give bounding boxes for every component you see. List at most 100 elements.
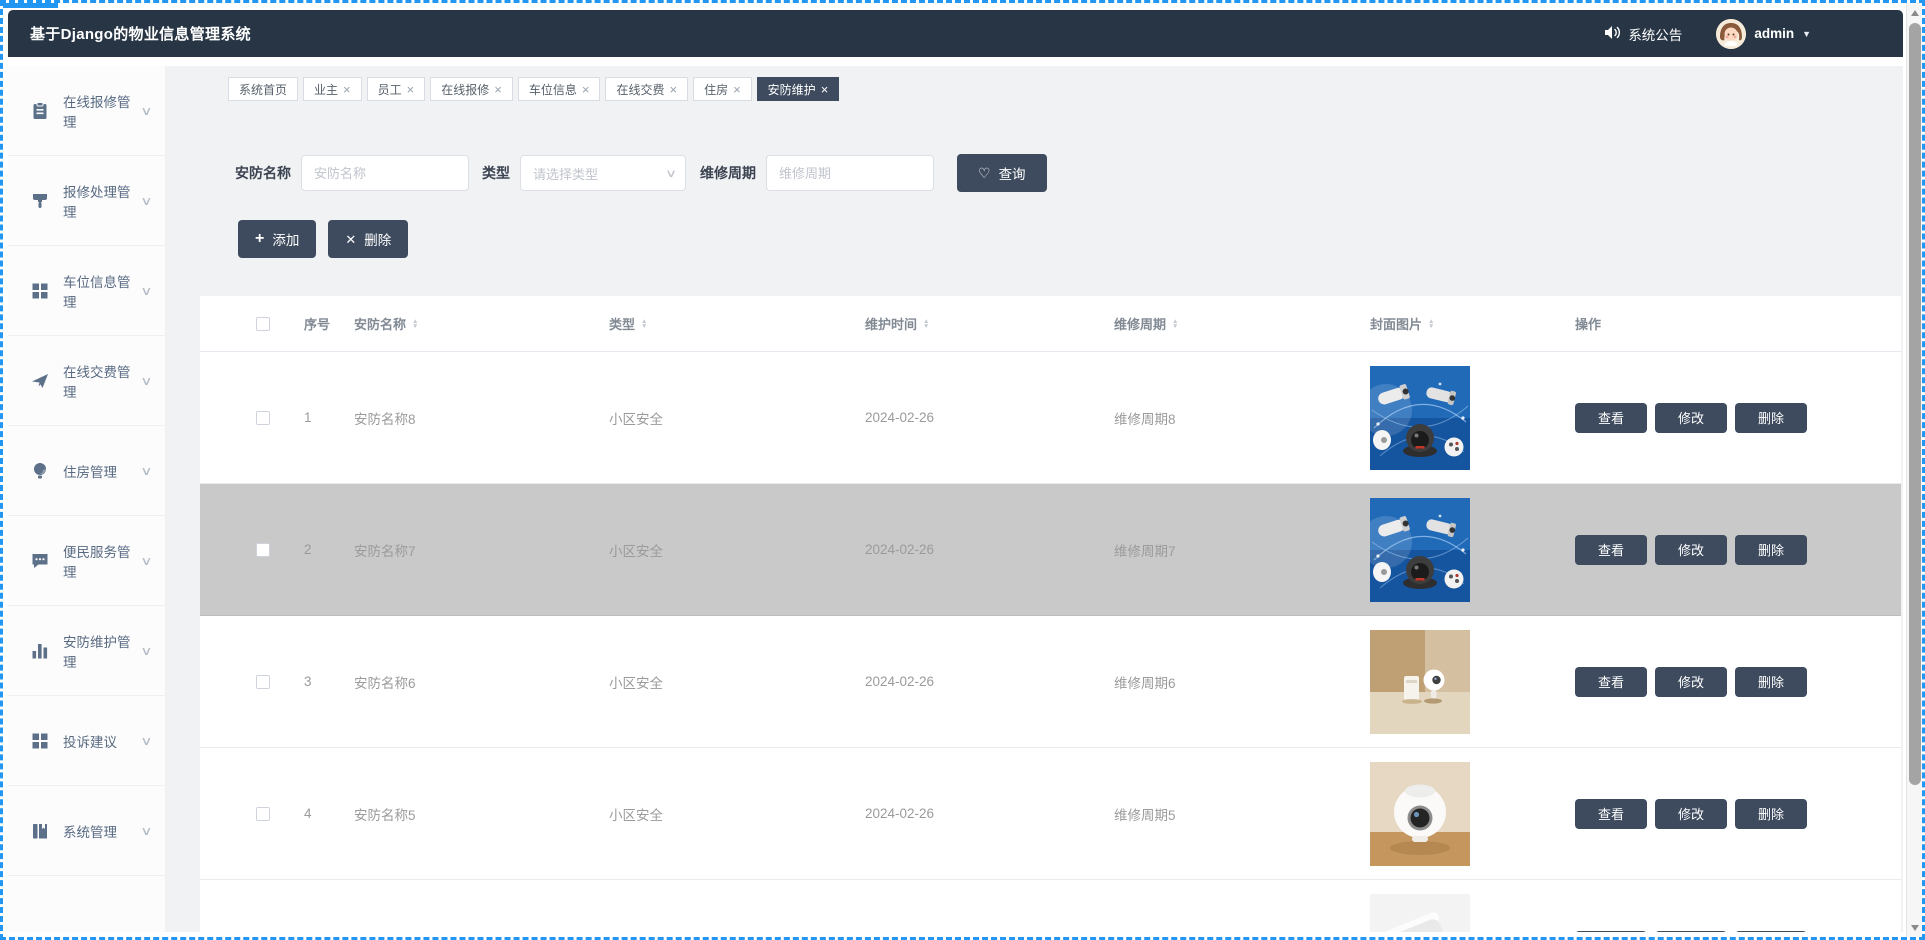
sort-icon[interactable]: ▲ ▼ (641, 318, 648, 330)
column-header[interactable]: 封面图片 ▲ ▼ (1370, 314, 1575, 333)
row-checkbox[interactable] (256, 674, 270, 689)
table-row: 2 安防名称7 小区安全 2024-02-26 维修周期7 查看 修改 删除 (200, 484, 1901, 616)
sort-icon[interactable]: ▲ ▼ (923, 318, 930, 330)
column-header[interactable]: 维修周期 ▲ ▼ (1114, 314, 1370, 333)
add-label: 添加 (272, 233, 300, 248)
close-icon[interactable]: × (669, 83, 677, 96)
edit-button[interactable]: 修改 (1655, 402, 1727, 433)
row-checkbox[interactable] (256, 410, 270, 425)
cover-image[interactable] (1370, 761, 1470, 866)
column-header[interactable]: 维护时间 ▲ ▼ (865, 314, 1114, 333)
tab-label: 在线报修 (441, 82, 490, 97)
sidebar-item[interactable]: 便民服务管理 ∨ (8, 516, 165, 606)
sidebar-item[interactable]: 车位信息管理 ∨ (8, 246, 165, 336)
security-name-input[interactable] (301, 155, 469, 191)
bulb-icon (30, 461, 50, 481)
row-checkbox[interactable] (256, 806, 270, 821)
sort-icon[interactable]: ▲ ▼ (412, 318, 418, 330)
cover-image[interactable] (1370, 893, 1470, 932)
column-header[interactable]: 类型 ▲ ▼ (609, 314, 865, 333)
type-select[interactable]: 请选择类型 ∨ (520, 155, 686, 191)
chevron-down-icon: ∨ (140, 373, 153, 388)
delete-button[interactable]: ✕ 删除 (328, 220, 409, 258)
cover-image[interactable] (1370, 629, 1470, 734)
sort-down-icon: ▼ (923, 322, 930, 330)
view-button[interactable]: 查看 (1575, 402, 1647, 433)
cover-image[interactable] (1370, 365, 1470, 470)
column-header[interactable]: 操作 ▲ ▼ (1575, 314, 1901, 333)
column-header[interactable]: 序号 ▲ ▼ (304, 314, 354, 333)
scrollbar[interactable] (1906, 3, 1922, 937)
view-button[interactable]: 查看 (1575, 798, 1647, 829)
close-icon[interactable]: × (407, 83, 415, 96)
sort-icon[interactable]: ▲ ▼ (1428, 318, 1434, 330)
column-header-label: 操作 (1575, 317, 1602, 332)
cover-image[interactable] (1370, 497, 1470, 602)
row-checkbox[interactable] (256, 542, 270, 557)
close-icon[interactable]: × (582, 83, 590, 96)
close-icon[interactable]: × (821, 83, 829, 96)
scrollbar-thumb[interactable] (1909, 23, 1921, 785)
sidebar-item[interactable]: 在线报修管理 ∨ (8, 66, 165, 156)
close-icon[interactable]: × (343, 83, 351, 96)
close-icon[interactable]: × (494, 83, 502, 96)
sidebar-item[interactable]: 系统管理 ∨ (8, 786, 165, 876)
query-button[interactable]: ♡ 查询 (957, 154, 1047, 192)
sort-icon[interactable]: ▲ ▼ (1172, 318, 1178, 330)
cell-repair-cycle: 维修周期5 (1114, 807, 1176, 823)
user-menu[interactable]: admin ▼ (1716, 18, 1811, 49)
tab[interactable]: 员工 × (366, 77, 426, 101)
sidebar-item[interactable]: 报修处理管理 ∨ (8, 156, 165, 246)
tab[interactable]: 安防维护 × (756, 77, 840, 101)
security-name-label: 安防名称 (235, 165, 291, 181)
tab[interactable]: 在线报修 × (430, 77, 513, 101)
chevron-down-icon: ∨ (140, 283, 153, 298)
chevron-down-icon: ∨ (140, 823, 153, 838)
edit-button[interactable]: 修改 (1655, 930, 1727, 932)
announcement-button[interactable]: 系统公告 (1604, 24, 1682, 44)
cell-security-name: 安防名称8 (354, 411, 416, 427)
edit-button[interactable]: 修改 (1655, 798, 1727, 829)
sidebar-item[interactable]: 安防维护管理 ∨ (8, 606, 165, 696)
tab[interactable]: 业主 × (303, 77, 362, 101)
sidebar-item[interactable]: 在线交费管理 ∨ (8, 336, 165, 426)
view-button[interactable]: 查看 (1575, 930, 1647, 932)
grid-icon (30, 731, 50, 751)
scroll-down-button[interactable] (1907, 919, 1922, 936)
delete-row-button[interactable]: 删除 (1735, 930, 1807, 932)
speaker-icon (1604, 25, 1621, 43)
column-header-label: 类型 (609, 317, 636, 332)
tab[interactable]: 车位信息 × (517, 77, 601, 101)
sidebar-item[interactable]: 住房管理 ∨ (8, 426, 165, 516)
sort-down-icon: ▼ (641, 322, 648, 330)
sidebar-item-label: 便民服务管理 (63, 544, 131, 580)
view-button[interactable]: 查看 (1575, 534, 1647, 565)
sidebar-item[interactable]: 投诉建议 ∨ (8, 696, 165, 786)
delete-row-button[interactable]: 删除 (1735, 798, 1807, 829)
delete-row-button[interactable]: 删除 (1735, 402, 1807, 433)
cycle-input[interactable] (766, 155, 934, 191)
cell-maintenance-time: 2024-02-26 (865, 674, 935, 689)
table-row: 1 安防名称8 小区安全 2024-02-26 维修周期8 查看 修改 删除 (200, 352, 1901, 484)
tab[interactable]: 系统首页 × (228, 77, 299, 101)
table-header: 序号 ▲ ▼ 安防名称 ▲ ▼ 类型 ▲ ▼ 维护时间 ▲ ▼ 维修周期 ▲ ▼ (200, 296, 1901, 352)
edit-button[interactable]: 修改 (1655, 534, 1727, 565)
scroll-up-button[interactable] (1907, 4, 1922, 21)
table-row: 5 安防名称4 小区安全 2024-02-26 维修周期4 查看 修改 删除 (200, 880, 1901, 932)
edit-button[interactable]: 修改 (1655, 666, 1727, 697)
close-icon[interactable]: × (733, 83, 741, 96)
delete-row-button[interactable]: 删除 (1735, 666, 1807, 697)
select-all-checkbox[interactable] (256, 316, 270, 331)
cell-actions: 查看 修改 删除 (1575, 798, 1901, 829)
add-button[interactable]: + 添加 (238, 220, 317, 258)
content-area: 系统首页 × 业主 × 员工 × 在线报修 × 车位信息 × 在线交费 × 住房… (165, 66, 1903, 932)
delete-row-button[interactable]: 删除 (1735, 534, 1807, 565)
column-header[interactable]: 安防名称 ▲ ▼ (354, 314, 609, 333)
tab[interactable]: 在线交费 × (605, 77, 689, 101)
toolbar: + 添加 ✕ 删除 (238, 220, 1903, 258)
query-label: 查询 (998, 167, 1026, 182)
tab[interactable]: 住房 × (693, 77, 752, 101)
view-button[interactable]: 查看 (1575, 666, 1647, 697)
cell-index: 3 (304, 674, 312, 689)
sidebar-item-label: 在线报修管理 (63, 94, 131, 130)
